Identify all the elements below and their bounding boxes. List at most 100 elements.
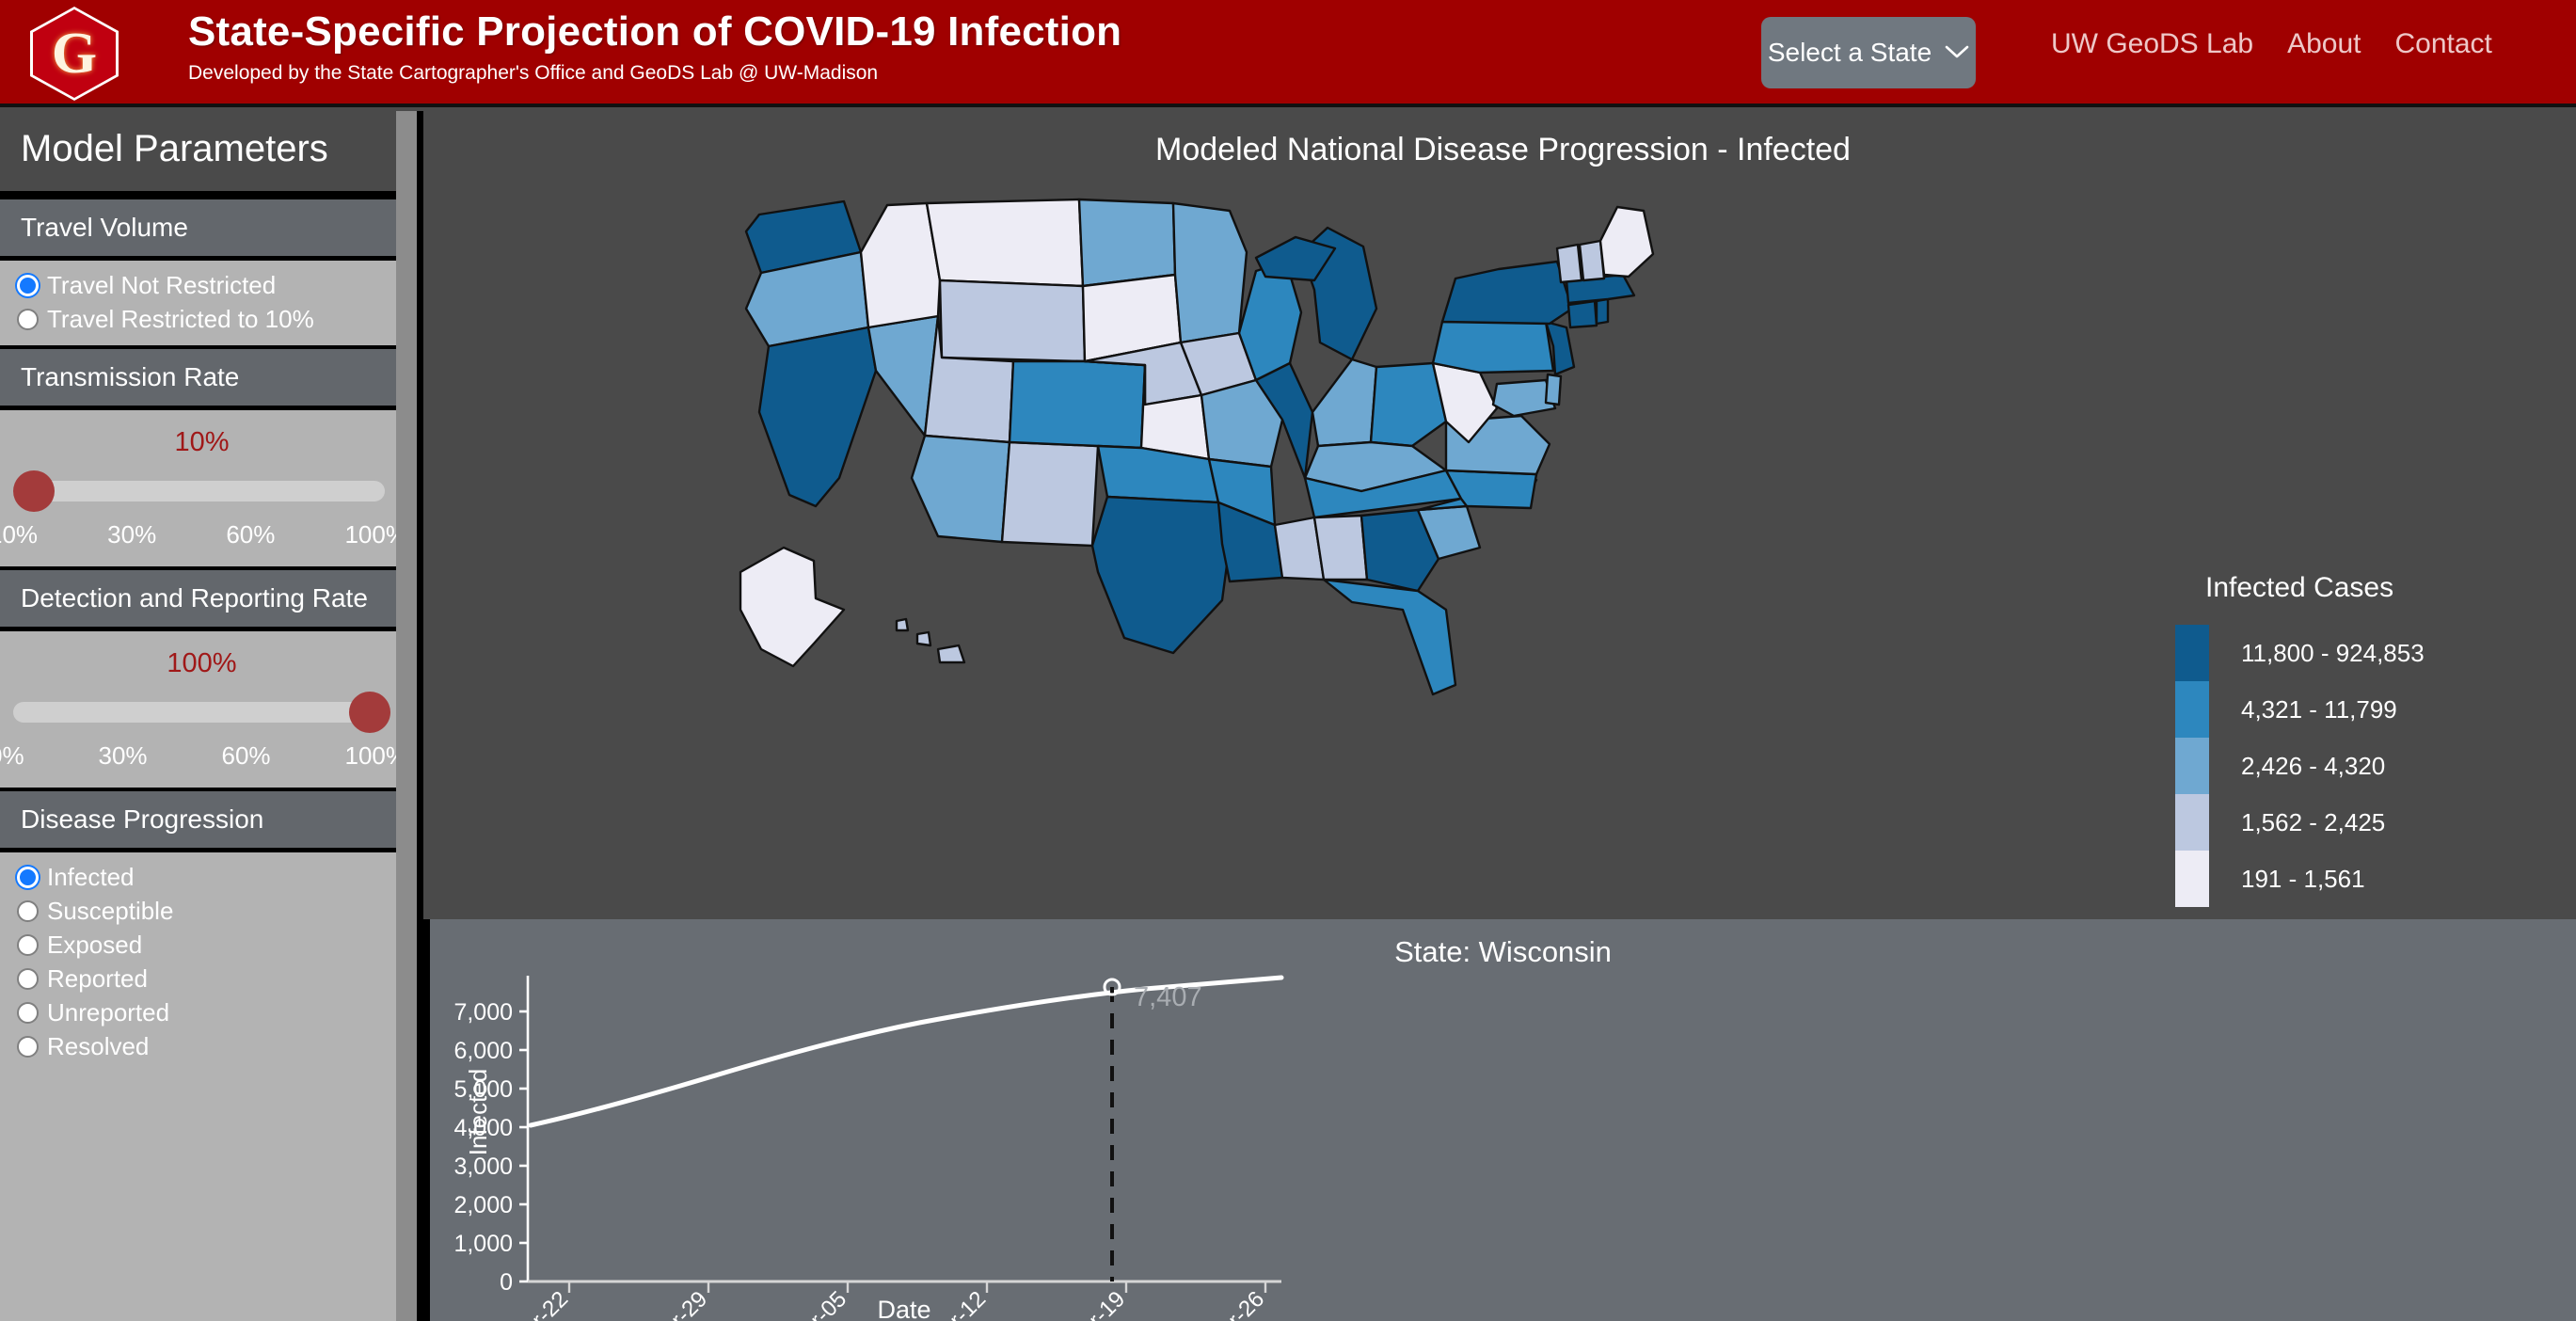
model-parameters-sidebar[interactable]: Model Parameters Travel Volume Travel No… <box>0 111 423 1321</box>
radio-indicator[interactable] <box>17 899 39 922</box>
state-WY[interactable] <box>938 279 1087 363</box>
state-TX[interactable] <box>1090 495 1232 655</box>
radio-travel-not-restricted[interactable]: Travel Not Restricted <box>0 268 404 302</box>
state-DE[interactable] <box>1544 373 1563 406</box>
state-AZ[interactable] <box>910 434 1011 544</box>
svg-text:Mar-29: Mar-29 <box>644 1286 712 1321</box>
state-FL[interactable] <box>1322 578 1457 696</box>
radio-infected[interactable]: Infected <box>0 860 404 894</box>
svg-text:4,000: 4,000 <box>453 1115 513 1141</box>
svg-text:Apr-05: Apr-05 <box>786 1286 851 1321</box>
legend-title: Infected Cases <box>2205 572 2394 603</box>
legend-label: 11,800 - 924,853 <box>2241 638 2425 667</box>
title-block: State-Specific Projection of COVID-19 In… <box>188 8 1121 87</box>
radio-indicator[interactable] <box>17 1001 39 1024</box>
state-IN[interactable] <box>1311 358 1378 448</box>
sidebar-scrollbar[interactable] <box>396 111 417 1321</box>
state-HI-2[interactable] <box>915 630 932 647</box>
detection-rate-slider[interactable] <box>13 685 390 738</box>
svg-text:Apr-19: Apr-19 <box>1064 1286 1130 1321</box>
state-MT[interactable] <box>925 198 1085 288</box>
svg-text:2,000: 2,000 <box>453 1192 513 1218</box>
radio-resolved[interactable]: Resolved <box>0 1029 404 1063</box>
detection-rate-ticks: 0% 30% 60% 100% <box>0 738 411 778</box>
legend-swatch <box>2175 738 2209 794</box>
legend-swatch <box>2175 625 2209 681</box>
state-ME[interactable] <box>1598 205 1655 279</box>
legend-swatch <box>2175 794 2209 851</box>
radio-indicator[interactable] <box>17 308 39 330</box>
select-state-button[interactable]: Select a State <box>1761 17 1976 88</box>
state-NY[interactable] <box>1440 260 1574 326</box>
state-CT[interactable] <box>1566 299 1598 329</box>
radio-indicator[interactable] <box>17 866 39 888</box>
radio-reported[interactable]: Reported <box>0 962 404 995</box>
map-panel: Modeled National Disease Progression - I… <box>430 111 2576 1024</box>
map-legend: Infected Cases 11,800 - 924,853 4,321 - … <box>2175 572 2425 907</box>
radio-label: Susceptible <box>47 897 174 925</box>
tick-label: 0% <box>0 741 24 770</box>
slider-track[interactable] <box>13 702 385 723</box>
state-CA[interactable] <box>757 326 878 508</box>
legend-rows: 11,800 - 924,853 4,321 - 11,799 2,426 - … <box>2175 625 2425 907</box>
nav-link-uw-geods-lab[interactable]: UW GeoDS Lab <box>2051 28 2253 60</box>
svg-text:0: 0 <box>500 1269 513 1296</box>
state-NM[interactable] <box>1000 440 1100 548</box>
legend-label: 1,562 - 2,425 <box>2241 807 2386 836</box>
state-AK[interactable] <box>739 546 846 668</box>
marker-value-label: 7,407 <box>1134 982 1202 1012</box>
tick-label: 30% <box>98 741 148 770</box>
slider-thumb[interactable] <box>13 470 55 512</box>
tick-label: 60% <box>221 741 271 770</box>
transmission-rate-slider[interactable] <box>13 464 390 517</box>
slider-track[interactable] <box>13 481 385 501</box>
sidebar-title: Model Parameters <box>0 111 404 196</box>
page-title: State-Specific Projection of COVID-19 In… <box>188 8 1122 55</box>
map-title: Modeled National Disease Progression - I… <box>1155 132 1851 167</box>
state-MN[interactable] <box>1171 201 1248 344</box>
radio-indicator[interactable] <box>17 967 39 990</box>
state-CO[interactable] <box>1008 359 1147 450</box>
radio-indicator[interactable] <box>17 1035 39 1058</box>
legend-label: 4,321 - 11,799 <box>2241 694 2397 724</box>
radio-susceptible[interactable]: Susceptible <box>0 894 404 928</box>
state-RI[interactable] <box>1595 297 1610 326</box>
legend-label: 2,426 - 4,320 <box>2241 751 2386 780</box>
state-PA[interactable] <box>1431 320 1555 374</box>
tick-label: 60% <box>226 520 276 549</box>
nav-link-contact[interactable]: Contact <box>2395 28 2492 60</box>
logo-letter: G <box>51 21 98 86</box>
radio-indicator[interactable] <box>17 274 39 296</box>
radio-label: Unreported <box>47 998 170 1027</box>
state-HI-3[interactable] <box>936 644 966 664</box>
state-HI-1[interactable] <box>895 617 910 632</box>
radio-label: Travel Not Restricted <box>47 271 277 299</box>
us-choropleth-map[interactable] <box>703 196 1879 817</box>
svg-text:6,000: 6,000 <box>453 1038 513 1064</box>
slider-thumb[interactable] <box>349 692 390 733</box>
nav-link-about[interactable]: About <box>2287 28 2361 60</box>
radio-unreported[interactable]: Unreported <box>0 995 404 1029</box>
page-subtitle: Developed by the State Cartographer's Of… <box>188 62 879 84</box>
svg-text:7,000: 7,000 <box>453 999 513 1026</box>
radio-label: Travel Restricted to 10% <box>47 305 314 333</box>
state-VT[interactable] <box>1555 243 1583 284</box>
svg-text:3,000: 3,000 <box>453 1154 513 1180</box>
state-ND[interactable] <box>1077 198 1177 288</box>
svg-text:Apr-26: Apr-26 <box>1203 1286 1269 1321</box>
svg-text:Apr-12: Apr-12 <box>925 1286 991 1321</box>
svg-text:Mar-22: Mar-22 <box>504 1286 573 1321</box>
state-ID[interactable] <box>859 201 942 329</box>
tick-label: 10% <box>0 520 39 549</box>
section-body-detection-reporting-rate: 100% 0% 30% 60% 100% <box>0 631 407 788</box>
radio-label: Reported <box>47 964 148 993</box>
legend-row: 2,426 - 4,320 <box>2175 738 2425 794</box>
infected-line-chart[interactable]: Infected 7,000 6,000 5,000 4,000 3,000 2… <box>430 919 2576 1321</box>
state-AL[interactable] <box>1312 514 1369 581</box>
radio-travel-restricted-10[interactable]: Travel Restricted to 10% <box>0 302 404 336</box>
app-header: G State-Specific Projection of COVID-19 … <box>0 0 2576 107</box>
transmission-rate-ticks: 10% 30% 60% 100% <box>0 517 411 557</box>
radio-label: Resolved <box>47 1032 150 1060</box>
radio-exposed[interactable]: Exposed <box>0 928 404 962</box>
radio-indicator[interactable] <box>17 933 39 956</box>
